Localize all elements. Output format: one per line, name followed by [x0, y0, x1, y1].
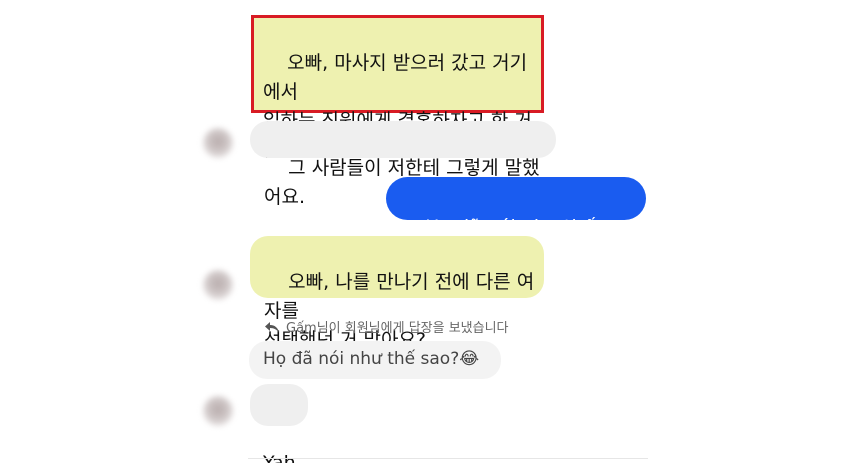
message-text: 오빠, 나를 만나기 전에 다른 여자를 선택했던 거 맞아요?: [264, 271, 535, 351]
divider: [248, 458, 648, 459]
reply-notice-text: Gấm님이 회원님에게 답장을 보냈습니다: [286, 321, 509, 336]
avatar[interactable]: [203, 270, 233, 300]
laughing-emoji-icon: 😂: [459, 349, 480, 369]
quoted-text: Họ đã nói như thế sao?: [263, 349, 460, 369]
avatar[interactable]: [203, 396, 233, 426]
reply-notice: Gấm님이 회원님에게 답장을 보냈습니다: [264, 317, 509, 336]
message-bubble-received-highlighted[interactable]: 오빠, 나를 만나기 전에 다른 여자를 선택했던 거 맞아요?: [250, 236, 544, 351]
quoted-message[interactable]: Họ đã nói như thế sao?😂: [249, 341, 501, 379]
reply-arrow-icon: [265, 321, 279, 332]
message-text: Họ đã nói như thế sao?: [425, 216, 645, 238]
avatar[interactable]: [203, 128, 233, 158]
message-bubble-received[interactable]: 그 사람들이 저한테 그렇게 말했어요.: [250, 121, 556, 208]
chat-screenshot: 오빠, 마사지 받으러 갔고 거기에서 일하는 직원에게 결혼하자고 한 거 맞…: [0, 0, 850, 463]
message-bubble-sent[interactable]: Họ đã nói như thế sao?😂: [386, 177, 646, 267]
message-bubble-received[interactable]: Yah: [250, 384, 308, 463]
